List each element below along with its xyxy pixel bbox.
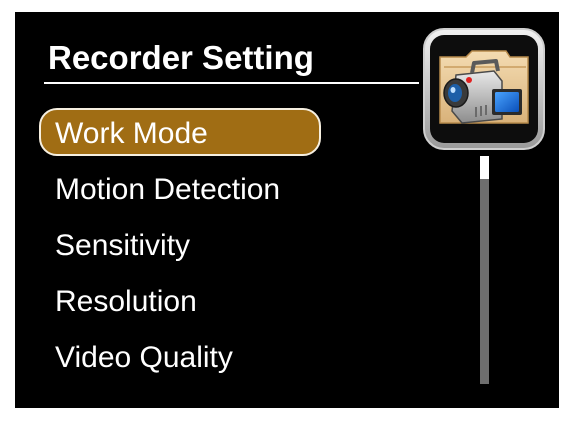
menu-item-motion-detection[interactable]: Motion Detection <box>39 164 321 212</box>
menu-item-sensitivity[interactable]: Sensitivity <box>39 220 321 268</box>
scrollbar-thumb[interactable] <box>480 156 489 179</box>
menu-item-video-quality[interactable]: Video Quality <box>39 332 321 380</box>
recorder-settings-screen: Recorder Setting Work Mode Motion Detect… <box>15 12 559 408</box>
menu-item-work-mode[interactable]: Work Mode <box>39 108 321 156</box>
page-title: Recorder Setting <box>48 39 314 76</box>
title-divider <box>44 82 419 84</box>
menu-item-resolution[interactable]: Resolution <box>39 276 321 324</box>
menu-scrollbar[interactable] <box>480 156 489 384</box>
camcorder-folder-icon <box>422 27 546 151</box>
settings-menu: Work Mode Motion Detection Sensitivity R… <box>39 108 321 388</box>
